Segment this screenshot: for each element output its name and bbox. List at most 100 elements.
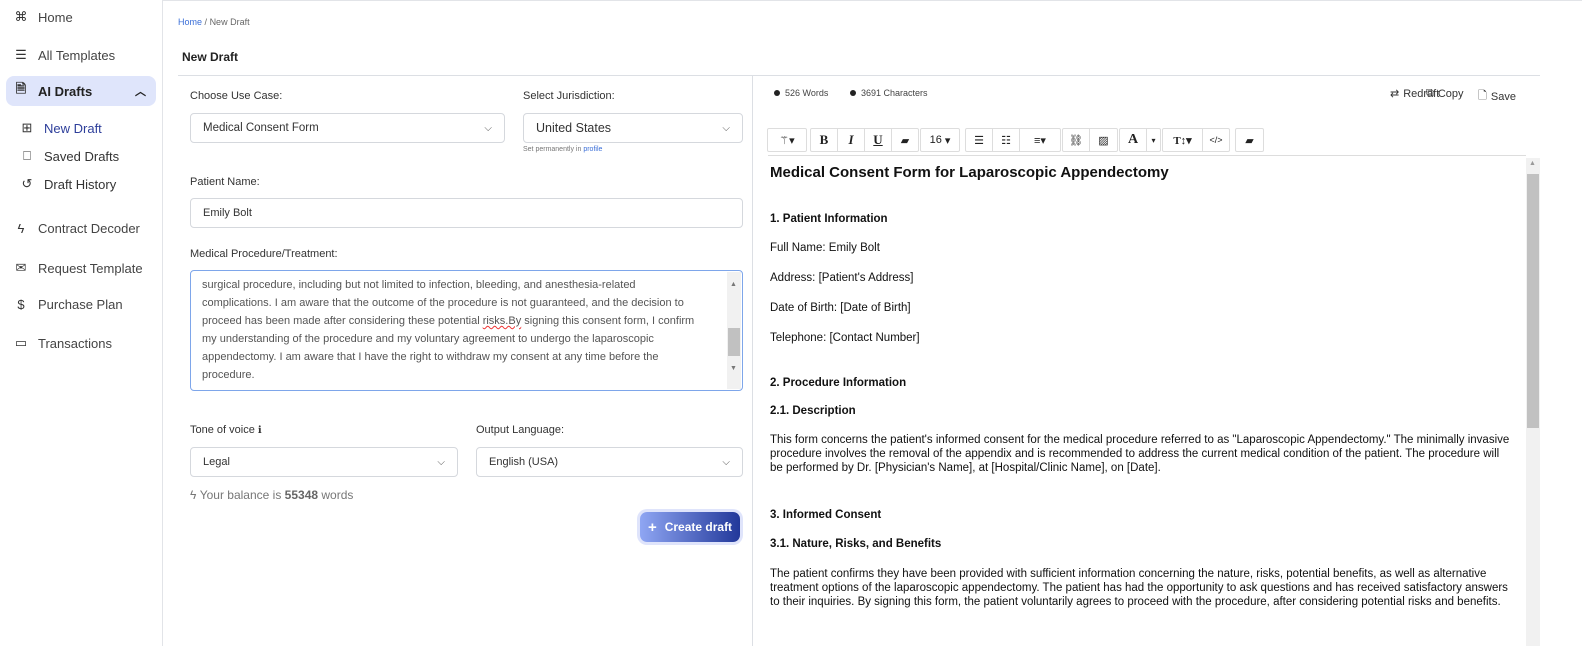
toolbar-divider [768,155,1526,156]
label: Saved Drafts [44,148,120,164]
text-line: my understanding of the procedure and my… [202,333,654,345]
text-height-icon[interactable]: T↕▾ [1163,129,1203,151]
label: Create draft [664,520,733,534]
procedure-label: Medical Procedure/Treatment: [190,248,338,260]
align-icon[interactable]: ≡▾ [1020,129,1060,151]
bold-icon[interactable]: B [811,129,838,151]
use-case-select[interactable]: Medical Consent Form ⌵ [190,113,505,143]
language-select[interactable]: English (USA) ⌵ [476,447,743,477]
jurisdiction-select[interactable]: United States ⌵ [523,113,743,143]
history-icon: ↺ [21,176,33,191]
link-icon[interactable]: ⛓ [1063,129,1090,151]
language-label: Output Language: [476,424,565,436]
copy-button[interactable]: ⧉ Copy [1426,87,1464,100]
misspelled-word: risks.By [482,315,522,327]
clear-format-icon[interactable]: ▰ [1236,129,1263,151]
font-color-icon[interactable]: A [1120,129,1147,151]
scrollbar-thumb[interactable] [1527,174,1539,428]
value: Legal [203,456,230,468]
value: 3691 Characters [861,88,928,98]
text: proceed has been made after considering … [202,315,483,327]
balance-text: ϟ Your balance is 55348 words [190,488,353,502]
tone-select[interactable]: Legal ⌵ [190,447,458,477]
use-case-label: Choose Use Case: [190,90,283,102]
code-view-icon[interactable]: </> [1203,129,1229,151]
textarea-scrollbar[interactable]: ▲ ▼ [727,272,741,389]
numbered-list-icon[interactable]: ☷ [993,129,1020,151]
info-icon[interactable]: ℹ [258,425,262,436]
file-icon: 🗋 [1478,90,1487,102]
bolt-icon: ϟ [17,221,25,236]
caret-down-icon[interactable]: ▾ [1147,129,1160,151]
doc-paragraph: This form concerns the patient's informe… [770,434,1510,474]
value: Medical Consent Form [203,122,319,134]
eraser-icon[interactable]: ▰ [892,129,918,151]
command-icon: ⌘ [14,9,28,24]
magic-toolbar-group: ⚚▾ [767,128,807,152]
sidebar-item-home[interactable]: ⌘ Home [14,9,73,25]
top-border [163,0,1582,1]
label: Transactions [38,335,112,351]
breadcrumb-home[interactable]: Home [178,17,202,27]
profile-link[interactable]: profile [583,146,602,153]
chevron-up-icon: ︿ [135,86,146,98]
label: Draft History [44,176,117,192]
patient-name-input[interactable]: Emily Bolt [190,198,743,228]
underline-icon[interactable]: U [865,129,892,151]
label: AI Drafts [38,83,93,99]
jurisdiction-hint: Set permanently in profile [523,146,602,153]
doc-paragraph: Date of Birth: [Date of Birth] [770,302,911,314]
font-size-group: 16 ▾ [920,128,960,152]
sidebar-item-new-draft[interactable]: ⊞ New Draft [20,120,102,136]
procedure-textarea[interactable]: surgical procedure, including but not li… [190,270,743,391]
scrollbar-thumb[interactable] [728,328,740,356]
editor-scrollbar[interactable]: ▲ [1526,158,1540,646]
sidebar-item-ai-drafts[interactable]: 🗎 AI Drafts ︿ [6,76,156,106]
list-toolbar-group: ☰ ☷ ≡▾ [965,128,1061,152]
value: 526 Words [785,88,829,98]
tone-label: Tone of voice ℹ [190,424,262,436]
italic-icon[interactable]: I [838,129,865,151]
magic-wand-icon[interactable]: ⚚▾ [768,129,806,151]
scroll-down-icon[interactable]: ▼ [730,360,737,378]
sidebar-item-contract-decoder[interactable]: ϟ Contract Decoder [14,221,140,236]
label: Tone of voice [190,424,255,436]
sidebar-item-request-template[interactable]: ✉ Request Template [14,260,143,276]
label: words [321,488,354,502]
label: New Draft [44,120,102,136]
image-icon[interactable]: ▨ [1090,129,1117,151]
bolt-icon: ϟ [190,488,197,502]
save-button[interactable]: 🗋 Save [1478,87,1516,106]
sidebar-item-saved-drafts[interactable]: ⎕ Saved Drafts [20,148,119,164]
scroll-up-icon[interactable]: ▲ [1529,160,1536,167]
sidebar-item-draft-history[interactable]: ↺ Draft History [20,176,117,192]
bookmark-icon: ⎕ [23,148,31,163]
font-size-dropdown[interactable]: 16 ▾ [921,129,959,151]
hint-text: Set permanently in [523,146,582,153]
sidebar-item-all-templates[interactable]: ☰ All Templates [14,47,115,63]
doc-paragraph: Telephone: [Contact Number] [770,332,920,344]
doc-paragraph: Address: [Patient's Address] [770,272,914,284]
doc-paragraph: Full Name: Emily Bolt [770,242,880,254]
copy-icon: ⧉ [1426,87,1434,99]
divider [178,75,1540,76]
balance-value: 55348 [284,488,319,502]
insert-toolbar-group: ⛓ ▨ [1062,128,1118,152]
label: Save [1490,90,1516,103]
doc-paragraph: The patient confirms they have been prov… [770,568,1508,608]
value: 16 [929,134,942,146]
chevron-down-icon: ⌵ [437,456,445,468]
patient-name-label: Patient Name: [190,176,260,188]
sidebar-item-transactions[interactable]: ▭ Transactions [14,335,112,351]
plus-icon: + [647,518,657,536]
text-line: complications. I am aware that the outco… [202,297,684,309]
bullet-list-icon[interactable]: ☰ [966,129,993,151]
list-icon: ☰ [15,47,27,62]
section-heading: 3.1. Nature, Risks, and Benefits [770,538,942,550]
dollar-icon: $ [17,297,25,312]
chevron-down-icon: ⌵ [722,122,730,134]
label: Contract Decoder [38,221,140,236]
create-draft-button[interactable]: + Create draft [640,512,740,542]
scroll-up-icon[interactable]: ▲ [730,276,737,294]
sidebar-item-purchase-plan[interactable]: $ Purchase Plan [14,297,122,312]
